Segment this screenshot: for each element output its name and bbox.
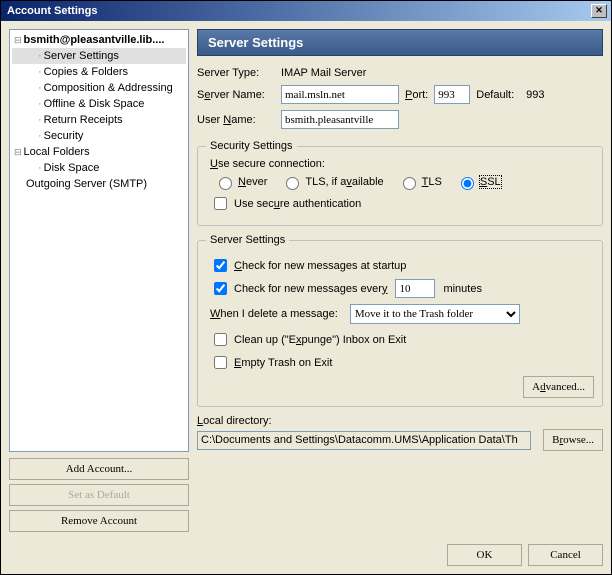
label-default: Default:	[476, 89, 514, 101]
advanced-button[interactable]: Advanced...	[523, 376, 594, 398]
port-input[interactable]	[434, 85, 470, 104]
value-server-type: IMAP Mail Server	[281, 67, 366, 79]
tree-local-disk-space[interactable]: ·Disk Space	[12, 160, 186, 176]
delete-action-select[interactable]: Move it to the Trash folder	[350, 304, 520, 324]
label-server-type: Server Type:	[197, 67, 275, 79]
radio-ssl[interactable]: SSL	[456, 174, 501, 190]
browse-button[interactable]: Browse...	[543, 429, 603, 451]
cancel-button[interactable]: Cancel	[528, 544, 603, 566]
label-username: User Name:	[197, 114, 275, 126]
localdir-value: C:\Documents and Settings\Datacomm.UMS\A…	[197, 431, 531, 450]
tree-account-root[interactable]: bsmith@pleasantville.lib....	[12, 32, 186, 48]
server-settings-group: Server Settings Check for new messages a…	[197, 234, 603, 407]
security-legend: Security Settings	[206, 140, 297, 152]
chk-every-row: Check for new messages every minutes	[210, 279, 594, 298]
radio-tls-if-available[interactable]: TLS, if available	[281, 174, 383, 190]
label-port: Port:	[405, 89, 428, 101]
chk-empty-trash-row: Empty Trash on Exit	[210, 353, 594, 372]
row-username: User Name:	[197, 110, 603, 129]
security-settings-group: Security Settings Use secure connection:…	[197, 140, 603, 226]
content-area: bsmith@pleasantville.lib.... ·Server Set…	[1, 21, 611, 536]
tree-offline-disk[interactable]: ·Offline & Disk Space	[12, 96, 186, 112]
label-expunge: Clean up ("Expunge") Inbox on Exit	[234, 334, 406, 346]
radio-never[interactable]: Never	[214, 174, 267, 190]
panel-header: Server Settings	[197, 29, 603, 56]
row-delete-action: When I delete a message: Move it to the …	[210, 304, 594, 324]
label-server-name: Server Name:	[197, 89, 275, 101]
left-buttons: Add Account... Set as Default Remove Acc…	[9, 458, 189, 532]
chk-startup-row: Check for new messages at startup	[210, 256, 594, 275]
accounts-tree[interactable]: bsmith@pleasantville.lib.... ·Server Set…	[9, 29, 189, 452]
tree-outgoing-smtp[interactable]: Outgoing Server (SMTP)	[12, 176, 186, 192]
tree-local-folders[interactable]: Local Folders	[12, 144, 186, 160]
secure-connection-radios: Never TLS, if available TLS SSL	[214, 174, 594, 190]
titlebar-title: Account Settings	[7, 5, 97, 17]
server-legend: Server Settings	[206, 234, 289, 246]
tree-security[interactable]: ·Security	[12, 128, 186, 144]
chk-secure-auth[interactable]	[214, 197, 227, 210]
chk-empty-trash[interactable]	[214, 356, 227, 369]
remove-account-button[interactable]: Remove Account	[9, 510, 189, 532]
value-default-port: 993	[526, 89, 544, 101]
tree-composition-addressing[interactable]: ·Composition & Addressing	[12, 80, 186, 96]
chk-expunge-row: Clean up ("Expunge") Inbox on Exit	[210, 330, 594, 349]
add-account-button[interactable]: Add Account...	[9, 458, 189, 480]
label-check-every: Check for new messages every	[234, 283, 387, 295]
check-every-input[interactable]	[395, 279, 435, 298]
set-default-button: Set as Default	[9, 484, 189, 506]
username-input[interactable]	[281, 110, 399, 129]
chk-secure-auth-row: Use secure authentication	[210, 194, 594, 213]
row-server-type: Server Type: IMAP Mail Server	[197, 67, 603, 79]
label-localdir: Local directory:	[197, 415, 603, 427]
label-check-startup: Check for new messages at startup	[234, 260, 406, 272]
left-column: bsmith@pleasantville.lib.... ·Server Set…	[9, 29, 189, 532]
chk-check-startup[interactable]	[214, 259, 227, 272]
label-delete-action: When I delete a message:	[210, 308, 338, 320]
right-column: Server Settings Server Type: IMAP Mail S…	[197, 29, 603, 532]
chk-check-every[interactable]	[214, 282, 227, 295]
tree-copies-folders[interactable]: ·Copies & Folders	[12, 64, 186, 80]
label-empty-trash: Empty Trash on Exit	[234, 357, 332, 369]
dialog-buttons: OK Cancel	[1, 536, 611, 574]
tree-server-settings[interactable]: ·Server Settings	[12, 48, 186, 64]
close-icon[interactable]: ✕	[591, 4, 607, 18]
label-secure-auth: Use secure authentication	[234, 198, 361, 210]
row-server-name: Server Name: Port: Default: 993	[197, 85, 603, 104]
chk-expunge[interactable]	[214, 333, 227, 346]
label-minutes: minutes	[443, 283, 482, 295]
ok-button[interactable]: OK	[447, 544, 522, 566]
account-settings-window: Account Settings ✕ bsmith@pleasantville.…	[0, 0, 612, 575]
server-name-input[interactable]	[281, 85, 399, 104]
label-use-secure: Use secure connection:	[210, 158, 594, 170]
radio-tls[interactable]: TLS	[398, 174, 442, 190]
titlebar: Account Settings ✕	[1, 1, 611, 21]
localdir-section: Local directory: C:\Documents and Settin…	[197, 415, 603, 454]
tree-return-receipts[interactable]: ·Return Receipts	[12, 112, 186, 128]
